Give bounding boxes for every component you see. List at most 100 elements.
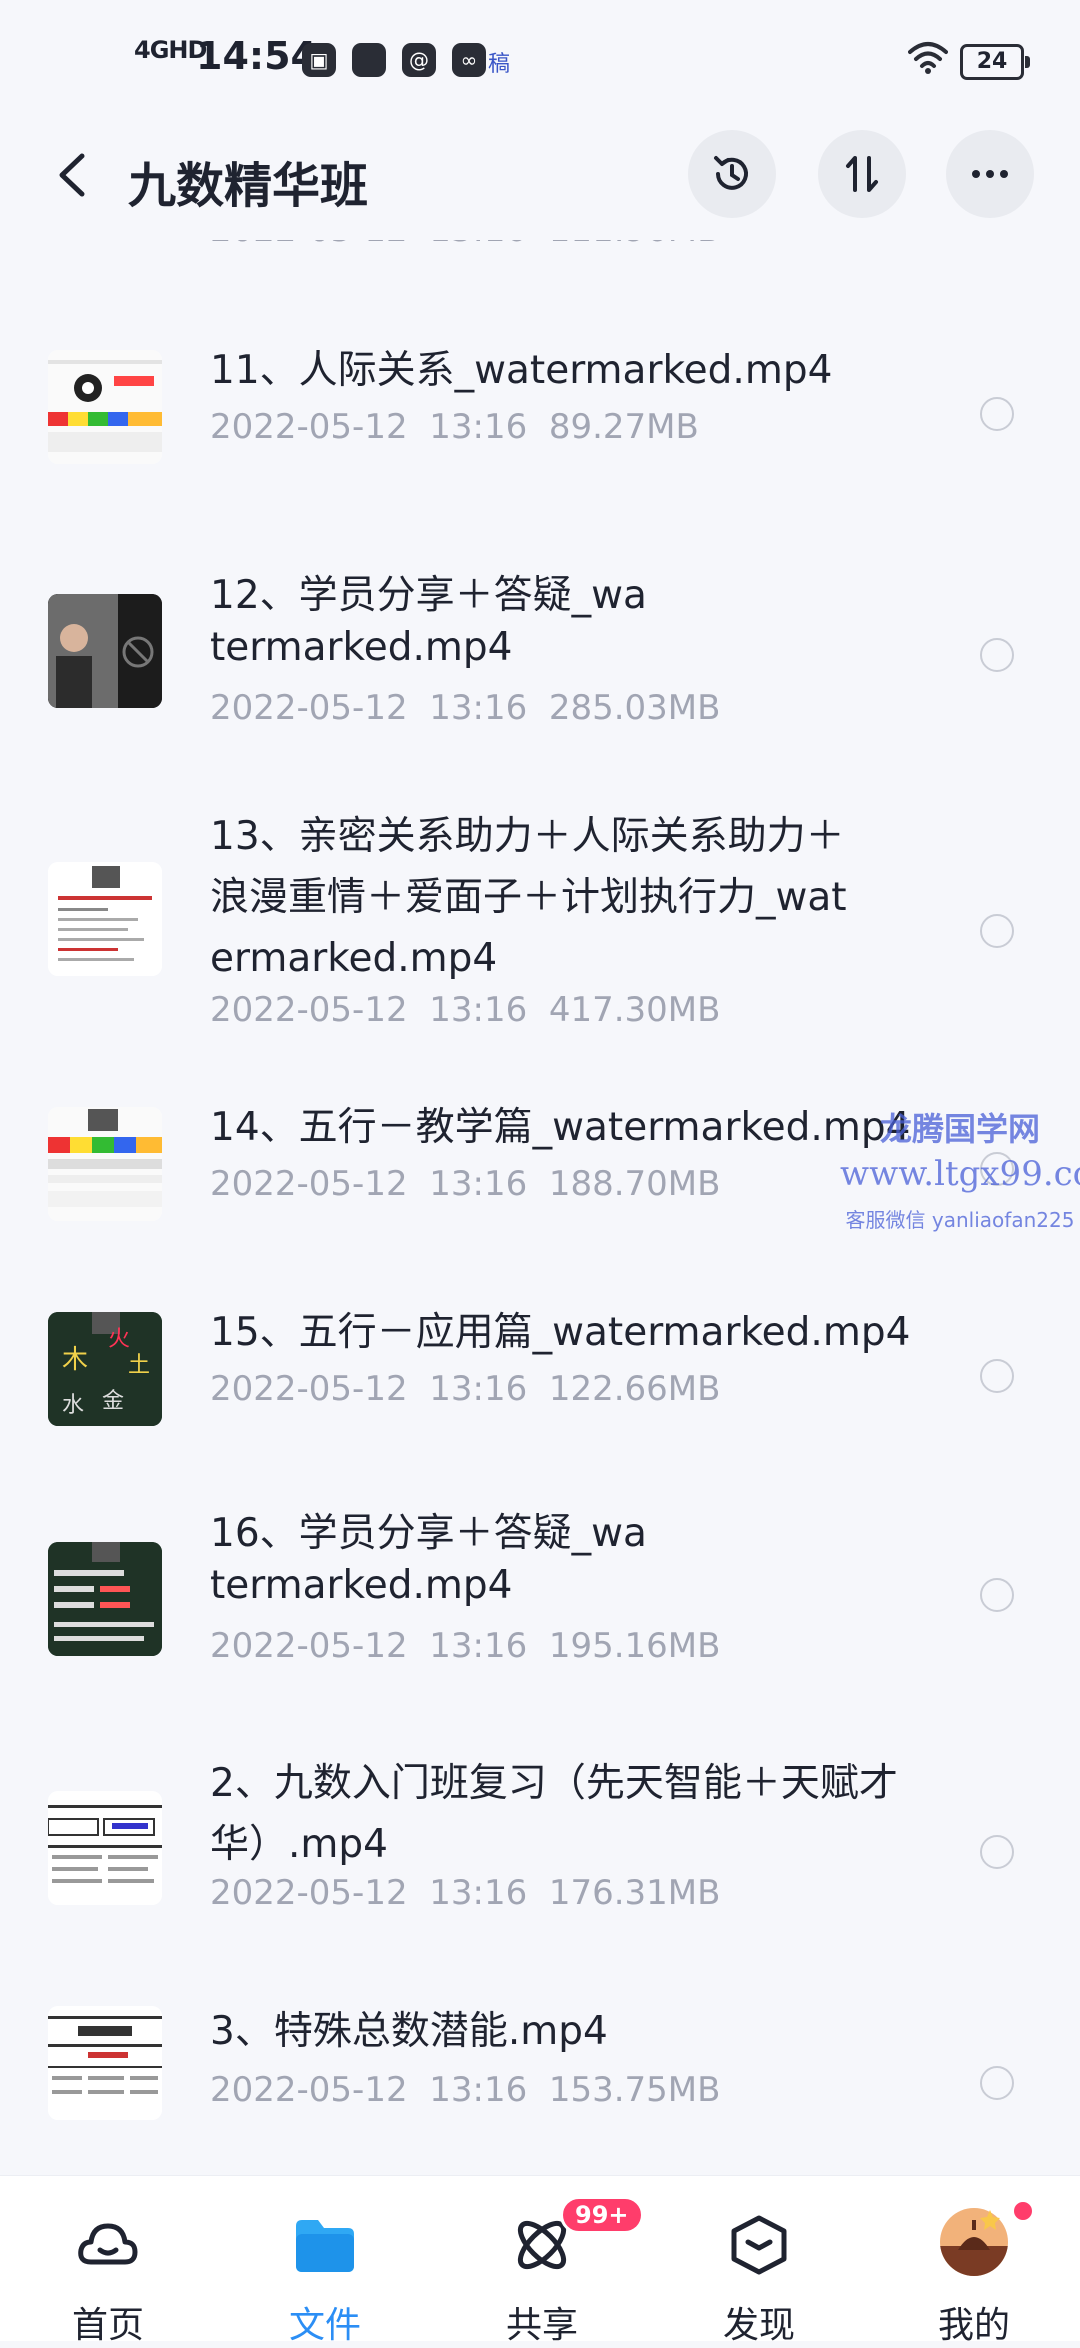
file-date: 2022-05-12 <box>210 990 408 1030</box>
watermark: 龙腾国学网 www.ltgx99.com 客服微信 yanliaofan225 <box>840 1104 1080 1233</box>
file-time: 13:16 <box>429 2070 528 2110</box>
file-time: 13:16 <box>429 1369 528 1409</box>
nav-item-share[interactable]: 99+ 共享 <box>462 2176 644 2346</box>
file-time: 13:16 <box>429 990 528 1030</box>
svg-text:木: 木 <box>62 1345 88 1375</box>
nav-label: 共享 <box>505 2305 578 2346</box>
file-time: 13:16 <box>429 1164 528 1204</box>
select-checkbox[interactable] <box>980 2066 1014 2100</box>
nav-item-home[interactable]: 首页 <box>28 2176 188 2346</box>
video-thumbnail: 木 火 土 水 金 <box>48 1312 162 1426</box>
file-date: 2022-05-12 <box>210 1369 408 1409</box>
file-size: 89.27MB <box>548 407 699 447</box>
file-meta: 2022-05-12 13:16 285.03MB <box>210 688 720 728</box>
select-checkbox[interactable] <box>980 638 1014 672</box>
select-checkbox[interactable] <box>980 1578 1014 1612</box>
nav-item-discover[interactable]: 发现 <box>679 2176 839 2346</box>
select-checkbox[interactable] <box>980 397 1014 431</box>
box-icon <box>731 2215 787 2275</box>
svg-text:土: 土 <box>128 1353 150 1378</box>
nav-label: 文件 <box>288 2305 361 2346</box>
app-notification-icon: ▣ <box>302 43 336 77</box>
battery-icon: 24 <box>960 44 1030 80</box>
file-row[interactable]: 2、九数入门班复习（先天智能＋天赋才华）.mp4 2022-05-12 13:1… <box>0 1755 1080 1925</box>
video-thumbnail <box>48 350 162 464</box>
wifi-icon <box>908 42 948 74</box>
file-meta: 2022-05-12 13:16 122.66MB <box>210 1369 720 1409</box>
bottom-nav: 首页 文件 99+ 共享 发现 我的 <box>0 2175 1080 2346</box>
video-thumbnail <box>48 594 162 708</box>
notification-icons: ▣ @ ∞ <box>302 43 486 77</box>
file-size: 417.30MB <box>548 990 721 1030</box>
file-date: 2022-05-12 <box>210 688 408 728</box>
folder-icon <box>296 2220 354 2272</box>
file-name: 11、人际关系_watermarked.mp4 <box>210 348 833 393</box>
file-row[interactable]: 木 火 土 水 金 15、五行－应用篇_watermarked.mp4 2022… <box>0 1307 1080 1447</box>
cloud-icon <box>78 2223 138 2265</box>
watermark-url: www.ltgx99.com <box>840 1154 1080 1194</box>
back-arrow-icon[interactable] <box>48 148 98 202</box>
app-header: 九数精华班 <box>0 110 1080 240</box>
avatar <box>940 2208 1008 2276</box>
file-date: 2022-05-12 <box>210 1626 408 1666</box>
select-checkbox[interactable] <box>980 914 1014 948</box>
file-meta: 2022-05-12 13:16 417.30MB <box>210 990 720 1030</box>
file-name: 15、五行－应用篇_watermarked.mp4 <box>210 1310 911 1355</box>
file-name: 12、学员分享＋答疑_watermarked.mp4 <box>210 573 647 670</box>
file-size: 153.75MB <box>548 2070 721 2110</box>
app-notification-icon <box>352 43 386 77</box>
file-size: 188.70MB <box>548 1164 721 1204</box>
file-row[interactable]: 11、人际关系_watermarked.mp4 2022-05-12 13:16… <box>0 345 1080 485</box>
history-button[interactable] <box>688 130 776 218</box>
video-thumbnail <box>48 862 162 976</box>
file-row[interactable]: 16、学员分享＋答疑_watermarked.mp4 2022-05-12 13… <box>0 1508 1080 1678</box>
more-button[interactable] <box>946 130 1034 218</box>
share-badge: 99+ <box>560 2196 644 2234</box>
status-tag: 稿 <box>488 52 511 77</box>
file-meta: 2022-05-12 13:16 89.27MB <box>210 407 699 447</box>
status-time: 14:54 <box>196 34 317 78</box>
svg-text:金: 金 <box>102 1389 124 1414</box>
file-row[interactable]: 12、学员分享＋答疑_watermarked.mp4 2022-05-12 13… <box>0 570 1080 740</box>
sort-icon <box>846 156 878 192</box>
file-name: 3、特殊总数潜能.mp4 <box>210 2009 608 2054</box>
app-notification-icon: ∞ <box>452 43 486 77</box>
file-date: 2022-05-12 <box>210 1164 408 1204</box>
file-date: 2022-05-12 <box>210 2070 408 2110</box>
file-meta: 2022-05-12 13:16 176.31MB <box>210 1873 720 1913</box>
nav-item-files[interactable]: 文件 <box>245 2176 405 2346</box>
page-title: 九数精华班 <box>128 158 369 214</box>
file-size: 122.66MB <box>548 1369 721 1409</box>
nav-label: 首页 <box>71 2305 144 2346</box>
svg-text:水: 水 <box>62 1393 84 1418</box>
app-notification-icon: @ <box>402 43 436 77</box>
file-row[interactable]: 3、特殊总数潜能.mp4 2022-05-12 13:16 153.75MB <box>0 2006 1080 2146</box>
svg-text:火: 火 <box>108 1327 130 1352</box>
file-time: 13:16 <box>429 1873 528 1913</box>
select-checkbox[interactable] <box>980 1359 1014 1393</box>
file-name: 16、学员分享＋答疑_watermarked.mp4 <box>210 1511 647 1608</box>
history-icon <box>714 156 748 190</box>
watermark-title: 龙腾国学网 <box>879 1110 1040 1148</box>
file-name: 14、五行－教学篇_watermarked.mp4 <box>210 1105 911 1150</box>
file-meta: 2022-05-12 13:16 188.70MB <box>210 1164 720 1204</box>
nav-label: 我的 <box>937 2305 1010 2346</box>
nav-label: 发现 <box>722 2305 795 2346</box>
file-meta: 2022-05-12 13:16 195.16MB <box>210 1626 720 1666</box>
select-checkbox[interactable] <box>980 1835 1014 1869</box>
more-icon <box>972 170 1008 178</box>
video-thumbnail <box>48 1791 162 1905</box>
file-time: 13:16 <box>429 407 528 447</box>
file-time: 13:16 <box>429 688 528 728</box>
nav-item-me[interactable]: 我的 <box>894 2176 1054 2346</box>
file-meta: 2022-05-12 13:16 153.75MB <box>210 2070 720 2110</box>
file-row[interactable]: 13、亲密关系助力＋人际关系助力＋浪漫重情＋爱面子＋计划执行力_watermar… <box>0 810 1080 1030</box>
video-thumbnail <box>48 1107 162 1221</box>
video-thumbnail <box>48 2006 162 2120</box>
watermark-contact: 客服微信 yanliaofan225 <box>845 1208 1075 1232</box>
file-size: 285.03MB <box>548 688 721 728</box>
file-name: 13、亲密关系助力＋人际关系助力＋浪漫重情＋爱面子＋计划执行力_watermar… <box>210 814 847 981</box>
sort-button[interactable] <box>818 130 906 218</box>
file-size: 176.31MB <box>548 1873 721 1913</box>
file-date: 2022-05-12 <box>210 1873 408 1913</box>
